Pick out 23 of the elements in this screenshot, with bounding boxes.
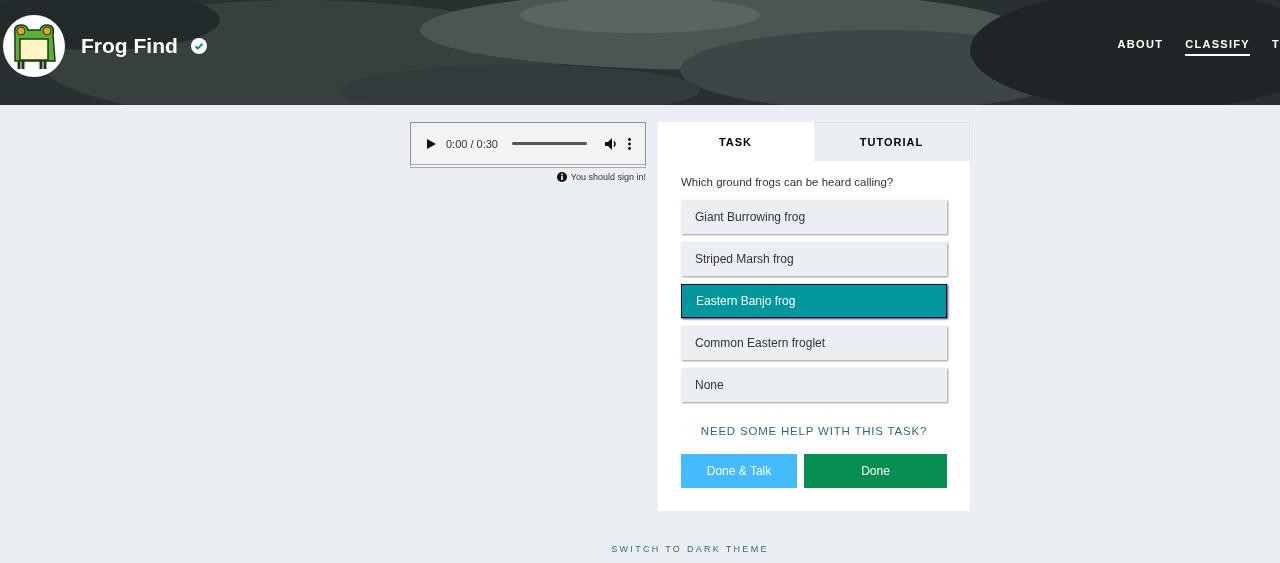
- done-button[interactable]: Done: [804, 454, 947, 488]
- answer-option[interactable]: Common Eastern froglet: [681, 326, 947, 360]
- progress-track[interactable]: [512, 142, 587, 145]
- frog-logo-icon: [3, 15, 65, 77]
- tab[interactable]: TUTORIAL: [814, 122, 970, 161]
- answer-option[interactable]: Eastern Banjo frog: [681, 284, 947, 318]
- volume-icon[interactable]: [605, 137, 618, 150]
- audio-player[interactable]: 0:00 / 0:30: [410, 122, 646, 168]
- project-title: Frog Find: [81, 34, 178, 58]
- answer-option[interactable]: Giant Burrowing frog: [681, 200, 947, 234]
- answer-option[interactable]: None: [681, 368, 947, 402]
- more-options-icon[interactable]: [628, 137, 631, 150]
- info-icon: [556, 172, 567, 182]
- nav-link[interactable]: T: [1271, 38, 1280, 56]
- time-display: 0:00 / 0:30: [446, 137, 498, 150]
- nav-link[interactable]: ABOUT: [1117, 38, 1164, 56]
- task-question: Which ground frogs can be heard calling?: [681, 176, 895, 188]
- sign-in-notice: You should sign in!: [570, 172, 646, 182]
- answer-option[interactable]: Striped Marsh frog: [681, 242, 947, 276]
- help-link[interactable]: NEED SOME HELP WITH THIS TASK?: [658, 425, 970, 437]
- dark-theme-link[interactable]: SWITCH TO DARK THEME: [100, 544, 1280, 554]
- play-icon[interactable]: [427, 138, 436, 149]
- nav-link[interactable]: CLASSIFY: [1185, 38, 1250, 56]
